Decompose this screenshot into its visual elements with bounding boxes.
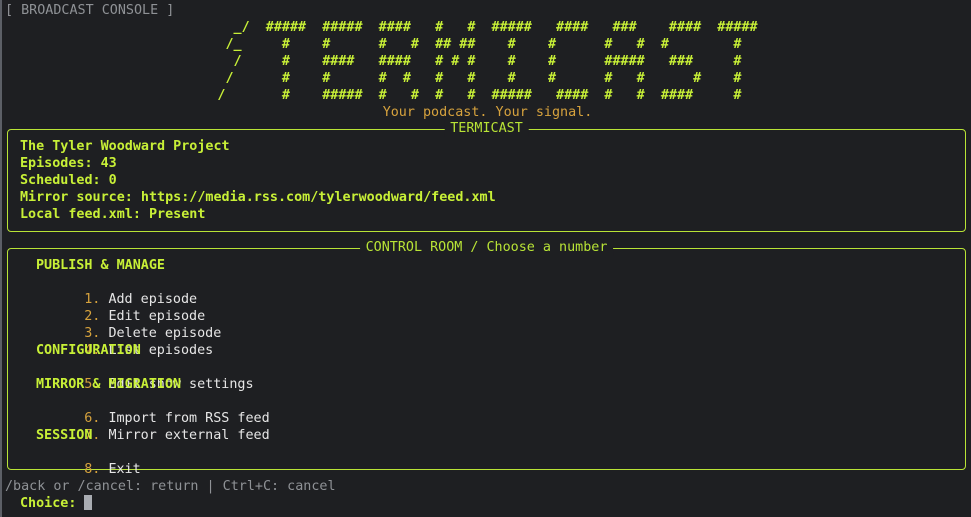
tagline: Your podcast. Your signal. <box>382 105 593 120</box>
ascii-logo-line: _/ ##### ##### #### # # ##### #### ### #… <box>217 20 758 35</box>
menu-item-label: Mirror external feed <box>108 428 270 443</box>
menu-panel-title: CONTROL ROOM / Choose a number <box>359 239 614 256</box>
ascii-logo-line: / # # # # # # # # # # # # <box>217 71 758 86</box>
ascii-logo-line: / # #### #### # # # # # ##### ### # <box>217 54 758 69</box>
section-mirror-migration: MIRROR & MIGRATION <box>36 377 182 392</box>
show-info-panel-title: TERMICAST <box>444 120 529 137</box>
navigation-hint: /back or /cancel: return | Ctrl+C: cance… <box>5 479 336 494</box>
section-publish-manage: PUBLISH & MANAGE <box>36 258 165 273</box>
menu-item-number: 8. <box>84 462 101 477</box>
menu-item-label: Exit <box>108 462 141 477</box>
window-title: [ BROADCAST CONSOLE ] <box>5 3 175 18</box>
choice-prompt[interactable]: Choice: <box>20 495 93 512</box>
text-cursor <box>84 495 93 510</box>
show-info-panel: TERMICAST The Tyler Woodward Project Epi… <box>7 120 966 232</box>
scheduled-count: Scheduled: 0 <box>20 173 117 188</box>
mirror-source: Mirror source: https://media.rss.com/tyl… <box>20 190 496 205</box>
show-name: The Tyler Woodward Project <box>20 139 230 154</box>
section-configuration: CONFIGURATION <box>36 343 141 358</box>
local-feed-status: Local feed.xml: Present <box>20 207 206 222</box>
ascii-logo-banner: _/ ##### ##### #### # # ##### #### ### #… <box>2 19 971 104</box>
ascii-logo-line: /_ # # # # ## ## # # # # # # <box>217 37 758 52</box>
ascii-logo-line: / # ##### # # # # ##### #### # # #### # <box>217 88 758 103</box>
section-session: SESSION <box>36 428 93 443</box>
episode-count: Episodes: 43 <box>20 156 117 171</box>
choice-prompt-label: Choice: <box>20 496 77 511</box>
control-room-menu: CONTROL ROOM / Choose a number PUBLISH &… <box>7 239 966 477</box>
